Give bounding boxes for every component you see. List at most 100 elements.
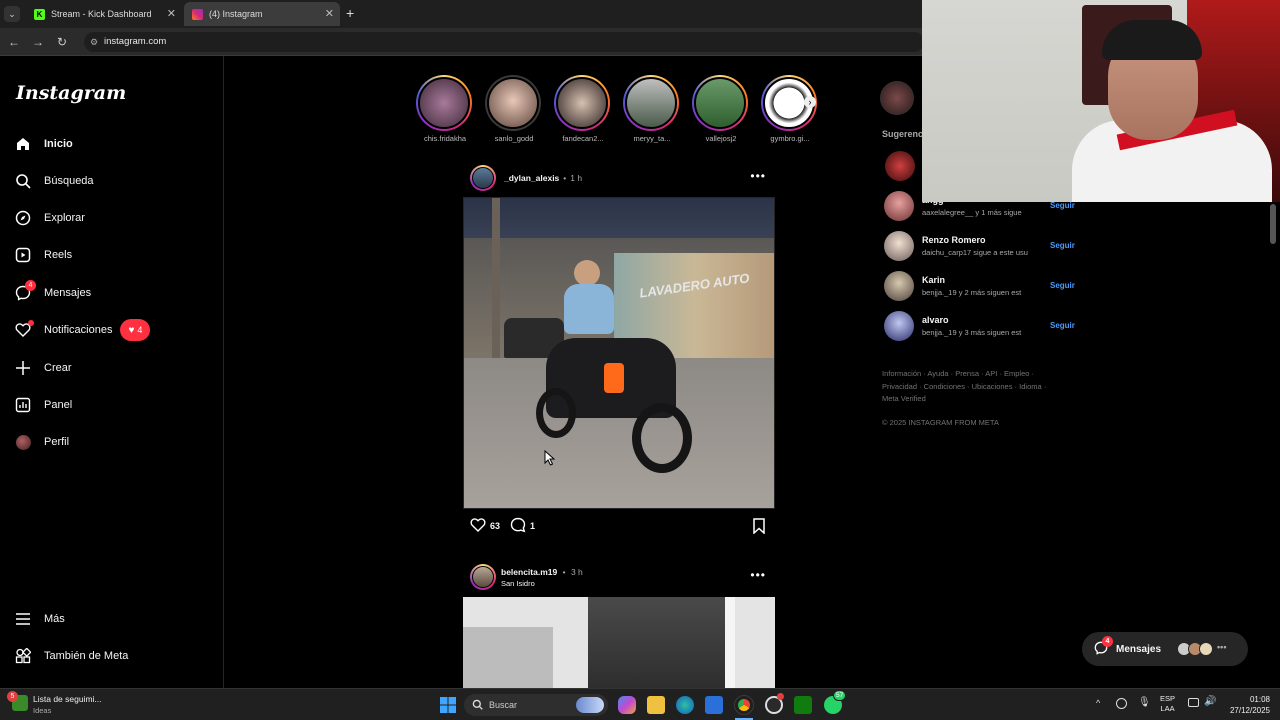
language-code: ESP — [1160, 694, 1176, 703]
windows-start-icon[interactable] — [440, 697, 456, 718]
nav-panel[interactable]: Panel — [14, 390, 72, 420]
comment-count[interactable]: 1 — [530, 521, 535, 531]
nav-label: Crear — [44, 362, 72, 374]
story-item[interactable]: vallejosj2 — [692, 75, 750, 143]
whatsapp-icon[interactable]: 57 — [824, 690, 847, 714]
nav-mas[interactable]: Más — [14, 604, 65, 634]
comment-icon[interactable] — [510, 517, 526, 535]
story-item[interactable]: fandecan2... — [554, 75, 612, 143]
post-username[interactable]: belencita.m19 — [501, 567, 557, 577]
microphone-icon[interactable]: 🎙 — [1138, 697, 1151, 708]
nav-tambien-de-meta[interactable]: También de Meta — [14, 641, 128, 671]
tab-search-button[interactable]: ⌄ — [4, 6, 20, 22]
story-item[interactable]: meryy_ta... — [623, 75, 681, 143]
post-avatar[interactable] — [470, 564, 496, 590]
url-field[interactable]: ⚙ instagram.com — [84, 32, 924, 52]
suggestion-avatar[interactable] — [884, 311, 914, 341]
site-info-icon[interactable]: ⚙ — [90, 32, 98, 52]
story-item[interactable]: chis.fridakha — [416, 75, 474, 143]
kick-icon: K — [34, 8, 45, 20]
suggestion-avatar[interactable] — [884, 271, 914, 301]
clock[interactable]: 01:08 27/12/2025 — [1222, 694, 1270, 716]
story-name: gymbro.gi... — [770, 134, 810, 143]
store-icon[interactable] — [705, 696, 723, 714]
nav-explorar[interactable]: Explorar — [14, 203, 85, 233]
search-placeholder: Buscar — [489, 700, 518, 710]
nav-busqueda[interactable]: Búsqueda — [14, 166, 94, 196]
follow-button[interactable]: Seguir — [1050, 241, 1075, 250]
suggestion-avatar[interactable] — [885, 151, 915, 181]
language-indicator[interactable]: ESP LAA — [1160, 694, 1175, 714]
nav-inicio[interactable]: Inicio — [14, 129, 73, 159]
story-item[interactable]: sanlo_godd — [485, 75, 543, 143]
like-icon[interactable] — [470, 517, 486, 535]
display-icon[interactable] — [1188, 698, 1199, 707]
more-options-icon[interactable]: ••• — [750, 169, 766, 183]
edge-icon[interactable] — [676, 696, 694, 714]
chrome-icon[interactable] — [734, 695, 754, 715]
suggestion-name[interactable]: alvaro — [922, 315, 949, 325]
follow-button[interactable]: Seguir — [1050, 201, 1075, 210]
stories-next-button[interactable]: › — [804, 96, 816, 108]
menu-icon — [14, 610, 32, 628]
nav-notificaciones[interactable]: Notificaciones ♥ 4 — [14, 315, 151, 345]
story-item[interactable]: gymbro.gi... — [761, 75, 819, 143]
bookmark-icon[interactable] — [752, 518, 766, 539]
story-name: meryy_ta... — [633, 134, 671, 143]
messages-widget[interactable]: 4 Mensajes ••• — [1082, 632, 1248, 666]
onedrive-icon[interactable] — [1116, 698, 1127, 709]
file-explorer-icon[interactable] — [647, 696, 665, 714]
new-tab-button[interactable]: + — [346, 5, 354, 21]
instagram-sidebar: Instagram Inicio Búsqueda Explorar Reels… — [0, 56, 224, 688]
footer-links[interactable]: Información · Ayuda · Prensa · API · Emp… — [882, 368, 1058, 406]
notification-dot — [28, 320, 34, 326]
meta-icon — [14, 647, 32, 665]
nav-label: Perfil — [44, 436, 70, 448]
like-count[interactable]: 63 — [490, 521, 500, 531]
reload-icon[interactable]: ↻ — [54, 34, 70, 50]
nav-crear[interactable]: Crear — [14, 353, 72, 383]
volume-icon[interactable]: 🔊 — [1204, 696, 1216, 707]
nav-reels[interactable]: Reels — [14, 240, 72, 270]
post-location[interactable]: San Isidro — [501, 579, 583, 588]
suggestion-sub: aaxelalegree__ y 1 más sigue — [922, 208, 1022, 217]
close-icon[interactable]: ✕ — [167, 7, 176, 20]
suggestion-avatar[interactable] — [884, 191, 914, 221]
suggestion-avatar[interactable] — [884, 231, 914, 261]
tab-instagram[interactable]: (4) Instagram ✕ — [184, 2, 340, 26]
taskbar-search[interactable]: Buscar — [464, 694, 608, 716]
tray-chevron-icon[interactable]: ^ — [1096, 698, 1100, 708]
nav-perfil[interactable]: Perfil — [14, 427, 69, 457]
suggestion-name[interactable]: Karin — [922, 275, 945, 285]
xbox-icon[interactable] — [794, 696, 812, 714]
post-image[interactable] — [463, 597, 775, 688]
plus-icon — [14, 359, 32, 377]
messenger-icon: 4 — [1094, 635, 1113, 658]
scrollbar-thumb[interactable] — [1270, 204, 1276, 244]
nav-label: También de Meta — [44, 650, 129, 662]
obs-icon[interactable] — [765, 693, 784, 714]
heart-icon — [14, 320, 34, 339]
story-name: chis.fridakha — [423, 134, 467, 143]
close-icon[interactable]: ✕ — [325, 7, 334, 20]
tab-kick[interactable]: K Stream - Kick Dashboard ✕ — [26, 2, 182, 26]
forward-icon[interactable]: → — [30, 34, 46, 50]
post-avatar[interactable] — [470, 165, 496, 191]
follow-button[interactable]: Seguir — [1050, 281, 1075, 290]
suggestion-name[interactable]: Renzo Romero — [922, 235, 986, 245]
instagram-logo[interactable]: Instagram — [16, 82, 126, 104]
more-options-icon[interactable]: ••• — [750, 568, 766, 582]
back-icon[interactable]: ← — [6, 34, 22, 50]
widget-title[interactable]: Lista de seguimi... — [33, 694, 102, 704]
user-avatar[interactable] — [880, 81, 914, 115]
post-image[interactable]: LAVADERO AUTO — [463, 197, 775, 509]
stocks-widget-icon[interactable]: 5 — [7, 691, 28, 711]
nav-label: Notificaciones — [44, 324, 113, 336]
widget-badge: 5 — [7, 691, 18, 702]
tab-label: (4) Instagram — [209, 9, 263, 19]
follow-button[interactable]: Seguir — [1050, 321, 1075, 330]
copilot-icon[interactable] — [618, 696, 636, 714]
home-icon — [14, 135, 32, 153]
post-username[interactable]: _dylan_alexis — [504, 173, 559, 183]
nav-mensajes[interactable]: 4 Mensajes — [14, 278, 91, 308]
